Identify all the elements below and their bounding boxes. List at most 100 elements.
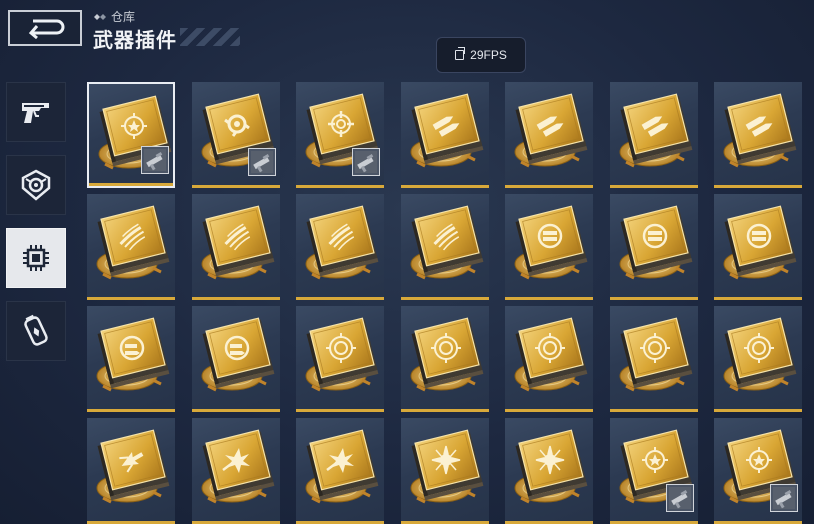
weapon-thumbnail-icon xyxy=(251,151,273,173)
rarity-bar xyxy=(401,409,489,412)
pistol-icon xyxy=(22,103,49,123)
burst-plugin-icon xyxy=(305,429,379,504)
plugin-slot[interactable] xyxy=(714,194,802,300)
rarity-bar xyxy=(87,409,175,412)
breadcrumb: 仓库 xyxy=(93,8,135,25)
equipped-weapon-badge xyxy=(141,146,169,174)
rarity-bar xyxy=(505,409,593,412)
burst-arrow-plugin-icon xyxy=(96,429,170,504)
plugin-slot[interactable] xyxy=(610,82,698,188)
magazine-plugin-icon xyxy=(723,205,797,280)
plugin-slot[interactable] xyxy=(296,418,384,524)
bullets-plugin-icon xyxy=(619,93,693,168)
rarity-bar xyxy=(714,409,802,412)
back-arrow-icon xyxy=(28,19,65,39)
plugin-slot[interactable] xyxy=(610,306,698,412)
breadcrumb-label: 仓库 xyxy=(111,10,136,24)
rarity-bar xyxy=(505,297,593,300)
sidebar-item-plugins[interactable] xyxy=(6,228,66,288)
rarity-bar xyxy=(89,183,173,186)
sidebar-item-armor[interactable] xyxy=(6,155,66,215)
rarity-bar xyxy=(296,185,384,188)
equipped-weapon-badge xyxy=(352,148,380,176)
plugin-slot[interactable] xyxy=(401,418,489,524)
rarity-bar xyxy=(192,185,280,188)
plugin-slot[interactable] xyxy=(505,194,593,300)
rarity-bar xyxy=(505,185,593,188)
rarity-bar xyxy=(610,185,698,188)
bullets-plugin-icon xyxy=(410,93,484,168)
sidebar-item-consumables[interactable] xyxy=(6,301,66,361)
plugin-slot[interactable] xyxy=(192,194,280,300)
back-button[interactable] xyxy=(8,10,82,46)
streak-plugin-icon xyxy=(410,205,484,280)
plugin-slot[interactable] xyxy=(401,82,489,188)
ring-plugin-icon xyxy=(410,317,484,392)
ring-plugin-icon xyxy=(619,317,693,392)
weapon-thumbnail-icon xyxy=(669,487,691,509)
rarity-bar xyxy=(401,185,489,188)
plugin-slot[interactable] xyxy=(87,418,175,524)
diamond-icon xyxy=(94,13,106,20)
plugin-slot[interactable] xyxy=(714,82,802,188)
plugin-slot[interactable] xyxy=(87,194,175,300)
plugin-slot[interactable] xyxy=(401,194,489,300)
canister-icon xyxy=(24,314,48,346)
plugin-slot[interactable] xyxy=(505,306,593,412)
weapon-thumbnail-icon xyxy=(144,149,166,171)
copy-icon xyxy=(455,47,466,60)
ring-plugin-icon xyxy=(305,317,379,392)
fps-counter: 29FPS xyxy=(436,37,526,73)
rarity-bar xyxy=(610,297,698,300)
plugin-slot[interactable] xyxy=(610,194,698,300)
magazine-plugin-icon xyxy=(514,205,588,280)
rarity-bar xyxy=(610,409,698,412)
rarity-bar xyxy=(714,185,802,188)
equipped-weapon-badge xyxy=(666,484,694,512)
plugin-slot[interactable] xyxy=(296,82,384,188)
rarity-bar xyxy=(87,297,175,300)
ring-plugin-icon xyxy=(723,317,797,392)
streak-plugin-icon xyxy=(96,205,170,280)
plugin-slot[interactable] xyxy=(192,82,280,188)
equipped-weapon-badge xyxy=(770,484,798,512)
burst-plugin-icon xyxy=(201,429,275,504)
plugin-slot[interactable] xyxy=(401,306,489,412)
rarity-bar xyxy=(296,297,384,300)
rarity-bar xyxy=(296,409,384,412)
ring-plugin-icon xyxy=(514,317,588,392)
equipped-weapon-badge xyxy=(248,148,276,176)
magazine-plugin-icon xyxy=(619,205,693,280)
page-title: 武器插件 xyxy=(93,30,177,52)
rarity-bar xyxy=(714,297,802,300)
magazine-arrow-plugin-icon xyxy=(96,317,170,392)
weapon-thumbnail-icon xyxy=(355,151,377,173)
streak-plugin-icon xyxy=(305,205,379,280)
plugin-slot[interactable] xyxy=(87,82,175,188)
bullets-plugin-icon xyxy=(723,93,797,168)
plugin-slot[interactable] xyxy=(505,82,593,188)
plugin-slot[interactable] xyxy=(714,306,802,412)
plugin-slot[interactable] xyxy=(610,418,698,524)
starburst-plugin-icon xyxy=(514,429,588,504)
plugin-slot[interactable] xyxy=(296,194,384,300)
rarity-bar xyxy=(192,409,280,412)
shield-core-icon xyxy=(21,169,51,201)
bullets-plugin-icon xyxy=(514,93,588,168)
rarity-bar xyxy=(401,297,489,300)
sidebar-item-weapons[interactable] xyxy=(6,82,66,142)
rarity-bar xyxy=(192,297,280,300)
fps-label: 29FPS xyxy=(470,48,507,62)
weapon-thumbnail-icon xyxy=(773,487,795,509)
plugin-slot[interactable] xyxy=(714,418,802,524)
streak-plugin-icon xyxy=(201,205,275,280)
plugin-slot[interactable] xyxy=(192,418,280,524)
plugin-slot[interactable] xyxy=(87,306,175,412)
magazine-arrow-plugin-icon xyxy=(201,317,275,392)
starburst-plugin-icon xyxy=(410,429,484,504)
chip-icon xyxy=(23,245,49,271)
plugin-slot[interactable] xyxy=(192,306,280,412)
plugin-slot[interactable] xyxy=(296,306,384,412)
title-decoration xyxy=(180,28,240,46)
plugin-slot[interactable] xyxy=(505,418,593,524)
